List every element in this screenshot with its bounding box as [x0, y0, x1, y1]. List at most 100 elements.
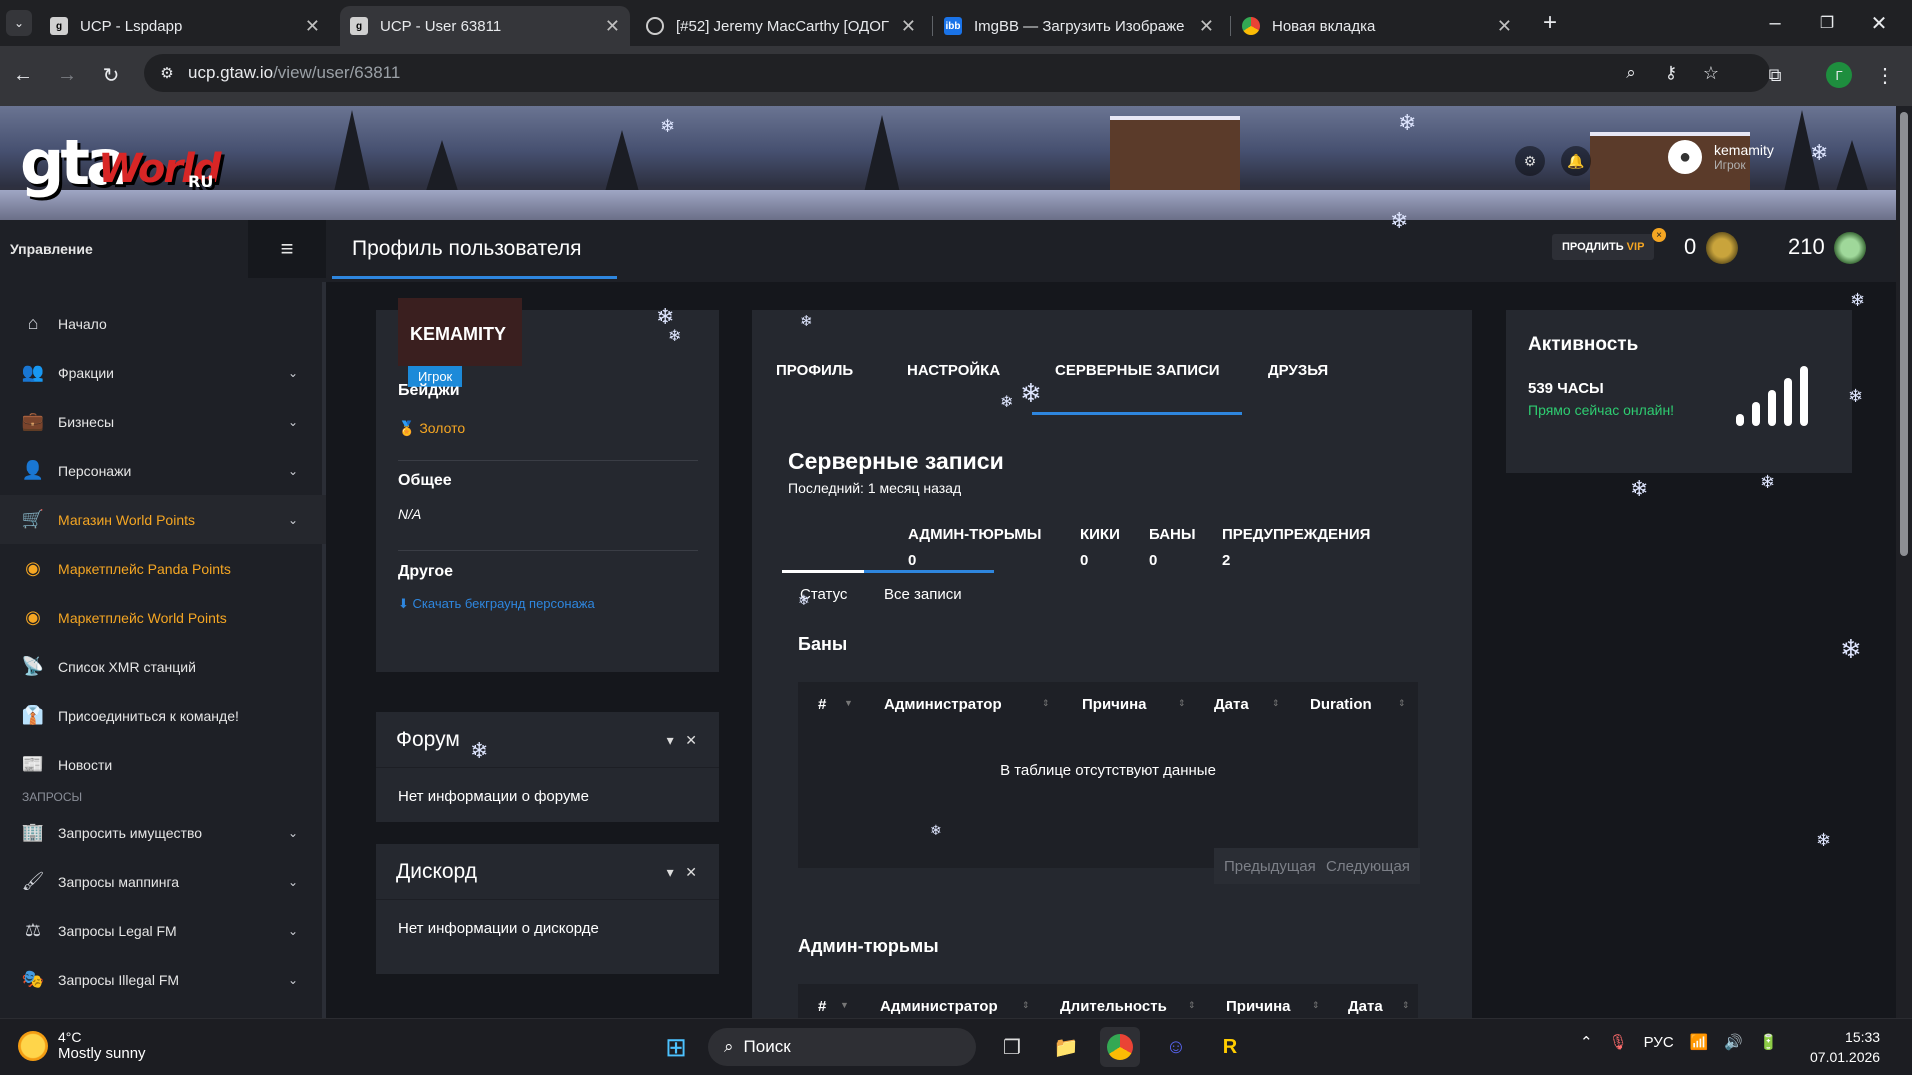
task-view-icon[interactable]: ❐: [992, 1027, 1032, 1067]
sort-icon[interactable]: ⇕: [1178, 698, 1186, 709]
sidebar-item-wp-shop[interactable]: 🛒 Магазин World Points ⌄: [0, 495, 326, 544]
previous-page-button[interactable]: Предыдущая: [1214, 848, 1326, 884]
close-tab-icon[interactable]: ✕: [901, 16, 916, 37]
tab-search-icon[interactable]: ⌄: [6, 10, 32, 36]
sidebar-item-join-team[interactable]: 👔 Присоединиться к команде!: [0, 691, 326, 740]
badge-gold[interactable]: 🏅 Золото: [398, 420, 465, 437]
battery-icon[interactable]: 🔋: [1759, 1033, 1778, 1051]
browser-tab[interactable]: g UCP - Lspdapp ✕: [40, 6, 330, 46]
sort-icon[interactable]: ⇕: [1312, 1000, 1320, 1011]
tray-chevron-up-icon[interactable]: ⌃: [1580, 1033, 1593, 1051]
close-icon[interactable]: ✕: [685, 732, 697, 748]
zoom-icon[interactable]: ⌕: [1620, 62, 1642, 84]
column-header[interactable]: #: [818, 682, 826, 726]
chrome-taskbar-icon[interactable]: [1100, 1027, 1140, 1067]
user-menu[interactable]: ● kemamity Игрок: [1668, 140, 1774, 174]
settings-icon[interactable]: ⚙: [1515, 146, 1545, 176]
close-window-icon[interactable]: ✕: [1864, 10, 1894, 36]
sidebar-item-news[interactable]: 📰 Новости: [0, 740, 326, 789]
sidebar-item-panda-market[interactable]: ◉ Маркетплейс Panda Points: [0, 544, 326, 593]
sidebar-item-businesses[interactable]: 💼 Бизнесы ⌄: [0, 397, 326, 446]
column-header[interactable]: Дата: [1348, 984, 1383, 1018]
file-explorer-icon[interactable]: 📁: [1046, 1027, 1086, 1067]
column-header[interactable]: Длительность: [1060, 984, 1167, 1018]
next-page-button[interactable]: Следующая: [1316, 848, 1420, 884]
sort-icon[interactable]: ⇕: [1188, 1000, 1196, 1011]
back-icon[interactable]: ←: [8, 60, 38, 90]
taskbar-clock[interactable]: 15:33 07.01.2026: [1810, 1027, 1880, 1067]
column-header[interactable]: Причина: [1082, 682, 1147, 726]
minimize-icon[interactable]: –: [1760, 10, 1790, 36]
new-tab-icon[interactable]: +: [1535, 9, 1565, 36]
sidebar-item-legal-fm[interactable]: ⚖ Запросы Legal FM ⌄: [0, 906, 326, 955]
sidebar-item-characters[interactable]: 👤 Персонажи ⌄: [0, 446, 326, 495]
mask-icon: 🎭: [21, 969, 45, 989]
menu-icon[interactable]: ⋮: [1870, 60, 1900, 90]
windows-start-icon[interactable]: ⊞: [656, 1027, 696, 1067]
sidebar-item-factions[interactable]: 👥 Фракции ⌄: [0, 348, 326, 397]
sort-icon[interactable]: ▼: [840, 1000, 849, 1010]
column-header[interactable]: Дата: [1214, 682, 1249, 726]
collapse-caret-icon[interactable]: ▾: [667, 864, 674, 880]
tab-profile[interactable]: ПРОФИЛЬ: [776, 362, 853, 379]
close-tab-icon[interactable]: ✕: [1199, 16, 1214, 37]
weather-widget[interactable]: 4°C Mostly sunny: [18, 1029, 146, 1062]
close-tab-icon[interactable]: ✕: [305, 16, 320, 37]
sort-icon[interactable]: ⇕: [1272, 698, 1280, 709]
tab-server-records[interactable]: СЕРВЕРНЫЕ ЗАПИСИ: [1055, 362, 1220, 379]
tab-settings[interactable]: НАСТРОЙКА: [907, 362, 1000, 379]
extend-vip-button[interactable]: ПРОДЛИТЬ VIP: [1552, 234, 1655, 260]
reload-icon[interactable]: ↻: [96, 60, 126, 90]
sort-icon[interactable]: ⇕: [1402, 1000, 1410, 1011]
column-header[interactable]: Администратор: [884, 682, 1002, 726]
sidebar-item-wp-market[interactable]: ◉ Маркетплейс World Points: [0, 593, 326, 642]
sort-icon[interactable]: ⇕: [1042, 698, 1050, 709]
panda-coin-icon[interactable]: [1834, 232, 1866, 264]
wifi-icon[interactable]: 📶: [1690, 1033, 1709, 1051]
page-scrollbar[interactable]: [1896, 106, 1912, 1018]
browser-tab[interactable]: Новая вкладка ✕: [1232, 6, 1522, 46]
sidebar-item-home[interactable]: ⌂ Начало: [0, 299, 326, 348]
sidebar-item-illegal-fm[interactable]: 🎭 Запросы Illegal FM ⌄: [0, 955, 326, 1004]
microphone-icon[interactable]: 🎙: [1609, 1033, 1628, 1051]
key-icon[interactable]: ⚷: [1660, 62, 1682, 84]
tab-friends[interactable]: ДРУЗЬЯ: [1268, 362, 1328, 379]
rage-mp-icon[interactable]: R: [1210, 1027, 1250, 1067]
language-indicator[interactable]: РУС: [1644, 1034, 1674, 1051]
download-background-link[interactable]: ⬇ Скачать бекграунд персонажа: [398, 596, 595, 612]
site-info-icon[interactable]: ⚙: [156, 62, 178, 84]
sidebar-item-property-request[interactable]: 🏢 Запросить имущество ⌄: [0, 808, 326, 857]
volume-icon[interactable]: 🔊: [1724, 1033, 1743, 1051]
close-tab-icon[interactable]: ✕: [605, 16, 620, 37]
notifications-bell-icon[interactable]: 🔔: [1561, 146, 1591, 176]
sort-icon[interactable]: ⇕: [1022, 1000, 1030, 1011]
scrollbar-thumb[interactable]: [1900, 112, 1908, 556]
sort-icon[interactable]: ▼: [844, 698, 853, 708]
restore-icon[interactable]: ❐: [1812, 10, 1842, 36]
column-header[interactable]: Причина: [1226, 984, 1291, 1018]
search-placeholder: Поиск: [743, 1037, 791, 1056]
discord-icon[interactable]: ☺: [1156, 1027, 1196, 1067]
address-bar[interactable]: ⚙ ucp.gtaw.io/view/user/63811 ⌕ ⚷ ☆: [144, 54, 1770, 92]
column-header[interactable]: Администратор: [880, 984, 998, 1018]
forward-icon[interactable]: →: [52, 60, 82, 90]
site-logo[interactable]: gta World RU: [20, 126, 221, 199]
browser-tab[interactable]: [#52] Jeremy MacCarthy [ОДОГ ✕: [636, 6, 926, 46]
sidebar-item-xmr[interactable]: 📡 Список XMR станций: [0, 642, 326, 691]
close-icon[interactable]: ✕: [685, 864, 697, 880]
subtab-all-records[interactable]: Все записи: [884, 586, 962, 603]
column-header[interactable]: #: [818, 984, 826, 1018]
gold-shield-icon[interactable]: [1706, 232, 1738, 264]
column-header[interactable]: Duration: [1310, 682, 1372, 726]
bookmark-star-icon[interactable]: ☆: [1700, 62, 1722, 84]
hamburger-menu-icon[interactable]: ≡: [248, 220, 326, 278]
sort-icon[interactable]: ⇕: [1398, 698, 1406, 709]
profile-avatar[interactable]: Г: [1826, 62, 1852, 88]
browser-tab[interactable]: ibb ImgBB — Загрузить Изображе ✕: [934, 6, 1224, 46]
browser-tab-active[interactable]: g UCP - User 63811 ✕: [340, 6, 630, 46]
close-tab-icon[interactable]: ✕: [1497, 16, 1512, 37]
collapse-caret-icon[interactable]: ▾: [667, 732, 674, 748]
sidebar-item-mapping-requests[interactable]: 🖌 Запросы маппинга ⌄: [0, 857, 326, 906]
extensions-icon[interactable]: ⧉: [1760, 60, 1790, 90]
taskbar-search[interactable]: ⌕ Поиск: [708, 1028, 976, 1066]
